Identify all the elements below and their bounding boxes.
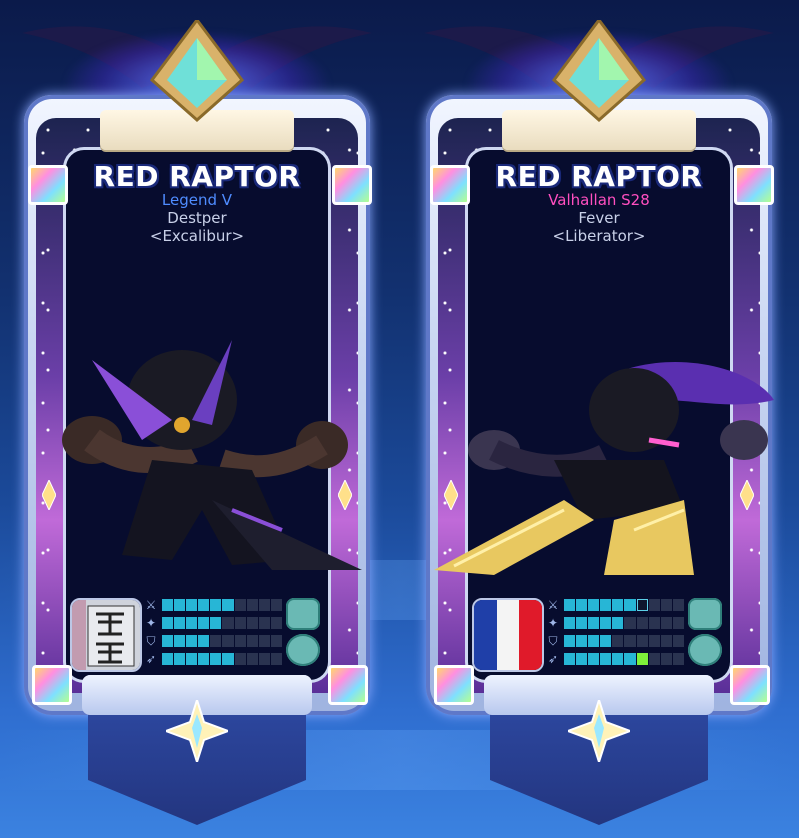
stat-bar xyxy=(162,599,282,611)
rank-label: Legend V xyxy=(161,191,233,209)
stat-row-speed: ➶ xyxy=(144,652,284,666)
stat-row-attack: ⚔ xyxy=(144,598,284,612)
stat-row-attack: ⚔ xyxy=(546,598,686,612)
clan-name: <Liberator> xyxy=(552,227,646,245)
defense-icon: ⛉ xyxy=(548,634,558,648)
run-icon: ➶ xyxy=(547,652,559,666)
france-flag-icon xyxy=(472,598,544,672)
red-raptor-character xyxy=(62,340,362,570)
orb-icon xyxy=(688,634,722,666)
stat-bar xyxy=(564,653,684,665)
player-card-right: RED RAPTOR Valhallan S28 Fever <Liberato… xyxy=(404,0,794,838)
stat-row-defense: ⛉ xyxy=(144,634,284,648)
clan-name: <Excalibur> xyxy=(149,227,245,245)
run-icon: ➶ xyxy=(145,652,157,666)
gauntlets-icon xyxy=(286,598,320,630)
red-raptor-character xyxy=(434,361,774,575)
legend-name: RED RAPTOR xyxy=(495,160,703,193)
defense-icon: ⛉ xyxy=(146,634,156,648)
rank-crest-icon xyxy=(149,20,245,123)
corner-gem-icon xyxy=(32,665,72,705)
player-card-left: RED RAPTOR Legend V Destper <Excalibur> … xyxy=(2,0,392,838)
sword-icon: ⚔ xyxy=(547,598,559,612)
rank-label: Valhallan S28 xyxy=(548,191,650,209)
player-name: Fever xyxy=(578,209,620,227)
player-name: Destper xyxy=(167,209,227,227)
stat-bar xyxy=(564,599,684,611)
star-gem-icon xyxy=(166,700,228,762)
stat-row-strength: ✦ xyxy=(546,616,686,630)
rank-crest-icon xyxy=(551,20,647,123)
corner-gem-icon xyxy=(328,665,368,705)
star-gem-icon xyxy=(568,700,630,762)
corner-gem-icon xyxy=(730,665,770,705)
stat-row-defense: ⛉ xyxy=(546,634,686,648)
stat-bar xyxy=(162,617,282,629)
legend-name: RED RAPTOR xyxy=(93,160,301,193)
city-sign-icon xyxy=(70,598,142,672)
stat-row-strength: ✦ xyxy=(144,616,284,630)
shield-icon: ✦ xyxy=(547,616,559,630)
stat-row-speed: ➶ xyxy=(546,652,686,666)
stat-bar xyxy=(162,653,282,665)
corner-gem-icon xyxy=(434,665,474,705)
stat-bar xyxy=(564,635,684,647)
stats-box: ⚔ ✦ ⛉ ➶ xyxy=(472,596,730,672)
sword-icon: ⚔ xyxy=(145,598,157,612)
stat-bar xyxy=(564,617,684,629)
stat-bar xyxy=(162,635,282,647)
orb-icon xyxy=(286,634,320,666)
gauntlets-icon xyxy=(688,598,722,630)
stats-box: ⚔ ✦ ⛉ ➶ xyxy=(70,596,328,672)
shield-icon: ✦ xyxy=(145,616,157,630)
